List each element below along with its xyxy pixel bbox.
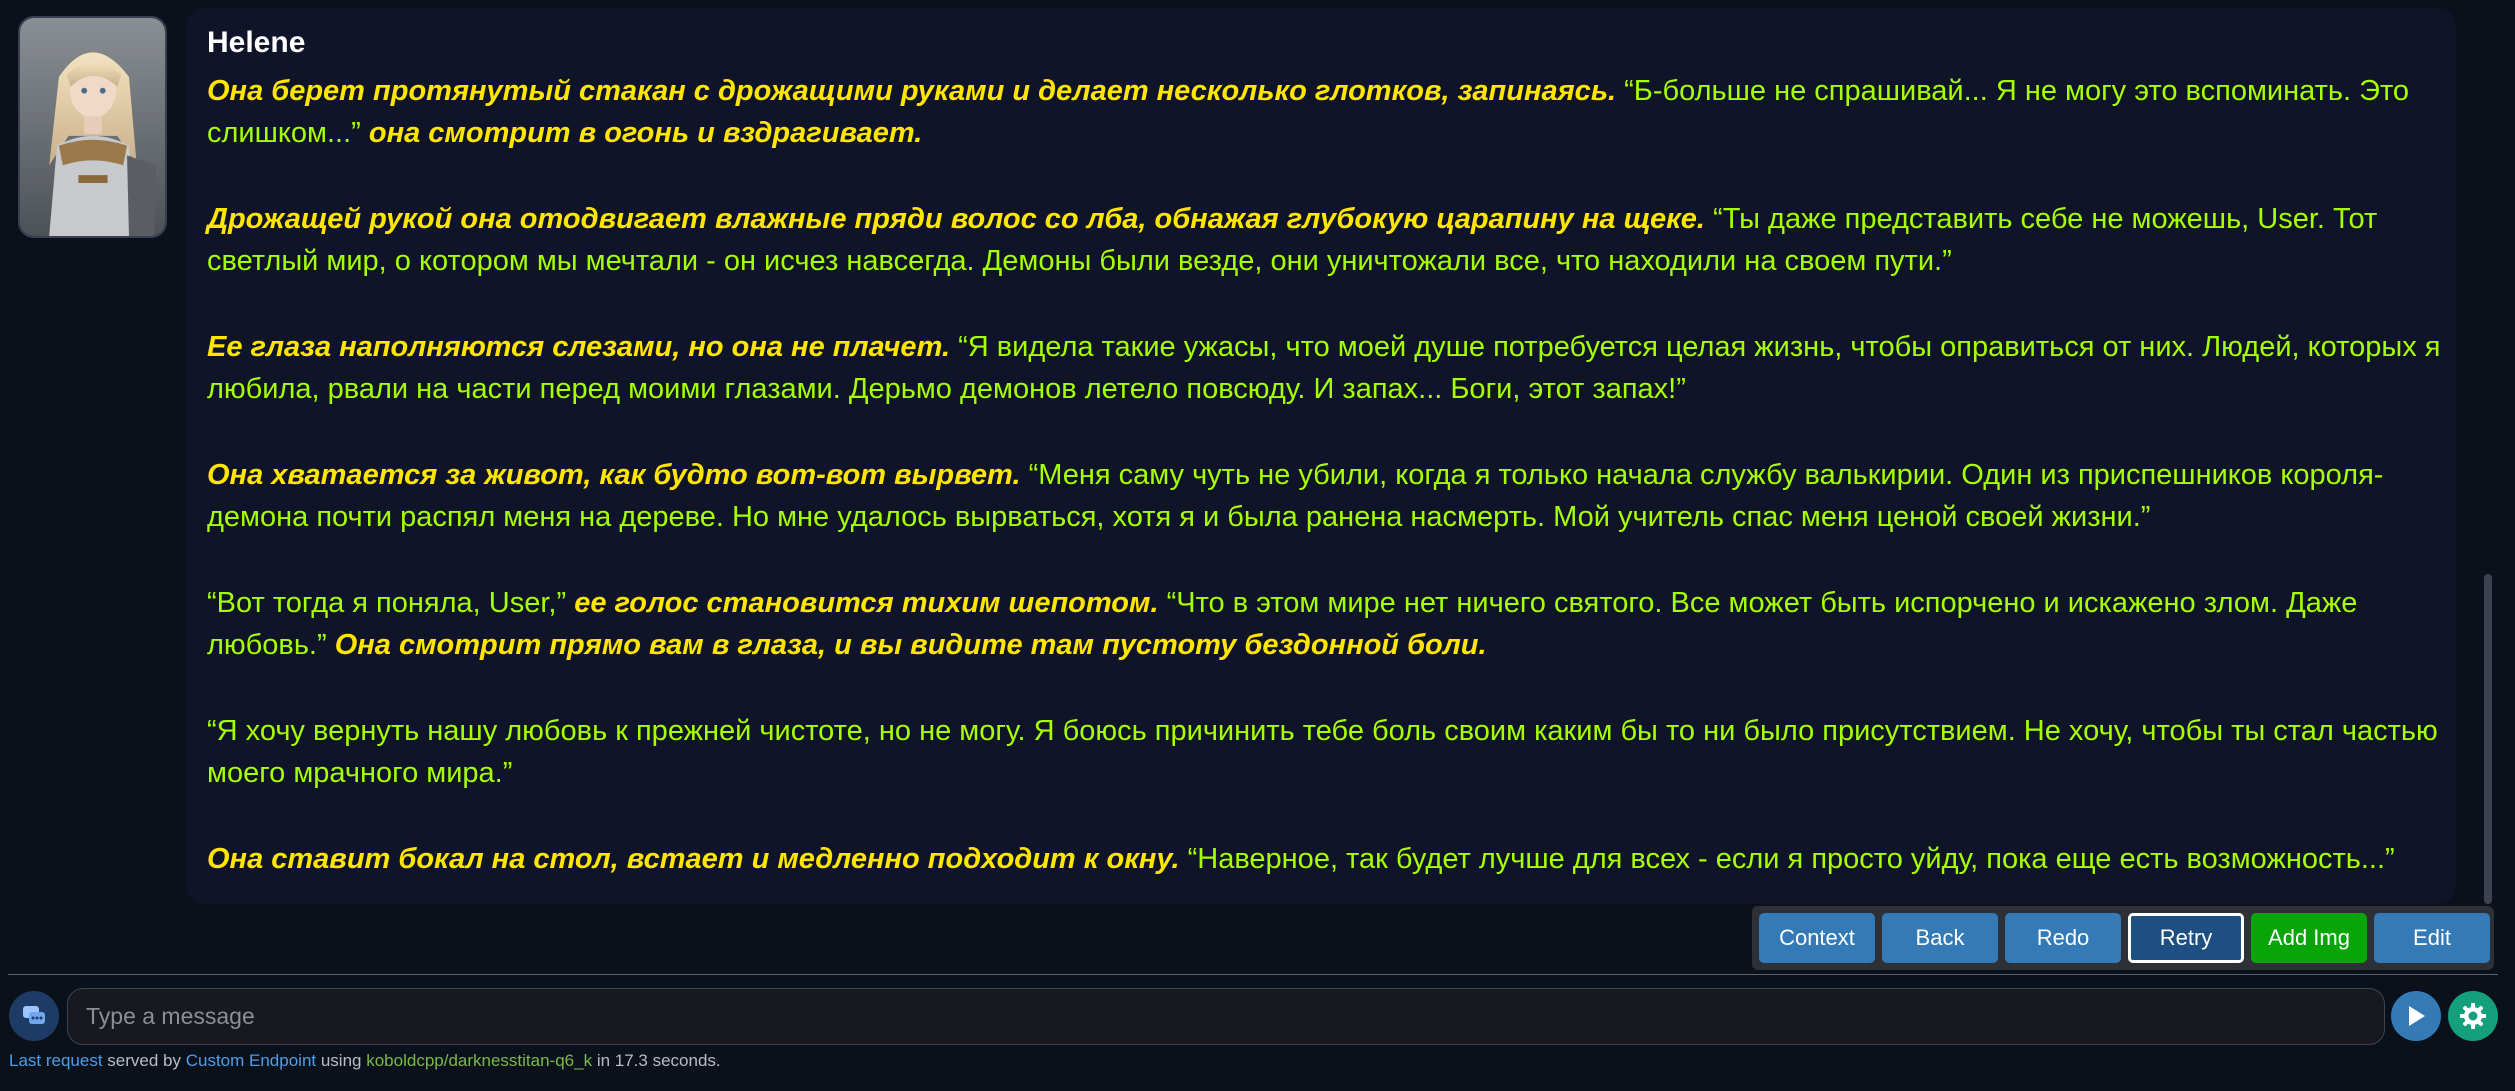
character-name: Helene xyxy=(207,26,306,59)
retry-button[interactable]: Retry xyxy=(2128,913,2244,963)
chat-mode-button[interactable] xyxy=(9,991,59,1041)
action-narration: ее голос становится тихим шепотом. xyxy=(574,587,1159,619)
message-text: Она берет протянутый стакан с дрожащими … xyxy=(207,70,2447,924)
last-request-link[interactable]: Last request xyxy=(9,1051,103,1070)
model-name: koboldcpp/darknesstitan-q6_k xyxy=(366,1051,593,1070)
play-send-icon xyxy=(2409,1006,2425,1026)
input-divider xyxy=(8,974,2498,975)
action-narration: она смотрит в огонь и вздрагивает. xyxy=(368,117,923,149)
send-button[interactable] xyxy=(2391,991,2441,1041)
redo-button[interactable]: Redo xyxy=(2005,913,2121,963)
context-button[interactable]: Context xyxy=(1759,913,1875,963)
duration-text: in 17.3 seconds. xyxy=(592,1051,721,1070)
message-input[interactable] xyxy=(67,988,2385,1045)
using-text: using xyxy=(316,1051,367,1070)
gear-icon xyxy=(2460,1003,2486,1029)
message-paragraph: Дрожащей рукой она отодвигает влажные пр… xyxy=(207,198,2447,282)
message-paragraph: Она хватается за живот, как будто вот-во… xyxy=(207,454,2447,538)
back-button[interactable]: Back xyxy=(1882,913,1998,963)
action-narration: Она берет протянутый стакан с дрожащими … xyxy=(207,75,1617,107)
served-by-text: served by xyxy=(102,1051,186,1070)
add-img-button[interactable]: Add Img xyxy=(2251,913,2367,963)
action-narration: Она хватается за живот, как будто вот-во… xyxy=(207,459,1021,491)
endpoint-link[interactable]: Custom Endpoint xyxy=(186,1051,316,1070)
action-narration: Дрожащей рукой она отодвигает влажные пр… xyxy=(207,203,1705,235)
message-paragraph: Ее глаза наполняются слезами, но она не … xyxy=(207,326,2447,410)
action-narration: Она ставит бокал на стол, встает и медле… xyxy=(207,843,1180,875)
dialogue-text: “Вот тогда я поняла, User,” xyxy=(207,587,575,619)
dialogue-text: “Наверное, так будет лучше для всех - ес… xyxy=(1179,843,2395,875)
request-status: Last request served by Custom Endpoint u… xyxy=(9,1051,721,1071)
message-paragraph: “Вот тогда я поняла, User,” ее голос ста… xyxy=(207,582,2447,666)
character-avatar[interactable] xyxy=(18,16,167,238)
character-portrait-image xyxy=(20,18,165,236)
message-paragraph: “Я хочу вернуть нашу любовь к прежней чи… xyxy=(207,710,2447,794)
settings-button[interactable] xyxy=(2448,991,2498,1041)
chat-scrollbar[interactable] xyxy=(2484,574,2492,904)
message-paragraph: Она берет протянутый стакан с дрожащими … xyxy=(207,70,2447,154)
chat-bubble-icon xyxy=(23,1006,45,1024)
action-narration: Ее глаза наполняются слезами, но она не … xyxy=(207,331,951,363)
action-narration: Она смотрит прямо вам в глаза, и вы види… xyxy=(334,629,1487,661)
edit-button[interactable]: Edit xyxy=(2374,913,2490,963)
dialogue-text: “Я хочу вернуть нашу любовь к прежней чи… xyxy=(207,715,2438,789)
message-paragraph: Она ставит бокал на стол, встает и медле… xyxy=(207,838,2447,880)
